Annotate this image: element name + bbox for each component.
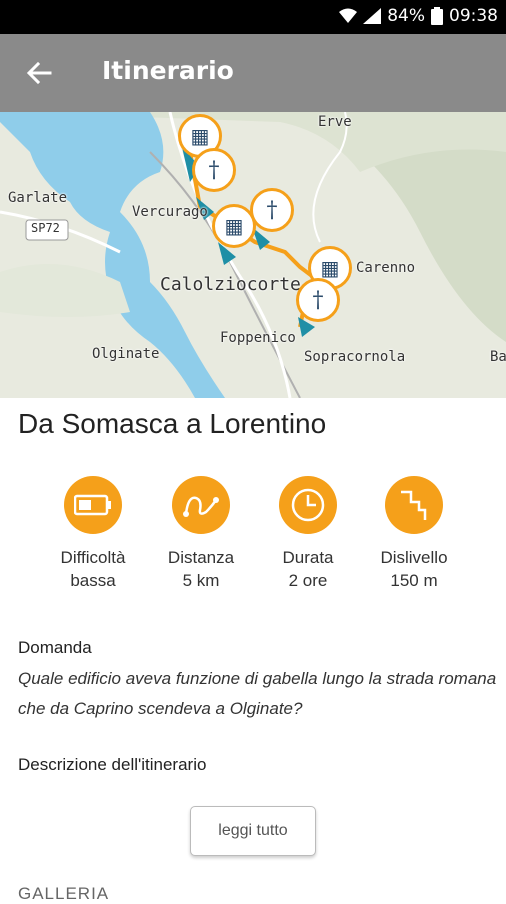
feature-label: Difficoltà <box>60 548 126 567</box>
status-bar: 84% 09:38 <box>0 0 506 34</box>
map-label-sp72: SP72 <box>31 221 60 235</box>
question-text: Quale edificio aveva funzione di gabella… <box>18 669 497 718</box>
route-title: Da Somasca a Lorentino <box>18 408 327 439</box>
back-arrow-icon[interactable] <box>22 56 56 90</box>
clock-icon <box>279 476 337 534</box>
map-label-carenno: Carenno <box>356 260 416 276</box>
feature-value: 5 km <box>182 571 220 590</box>
wifi-icon <box>339 8 358 23</box>
read-all-button[interactable]: leggi tutto <box>190 806 316 856</box>
page-title: Itinerario <box>102 56 234 85</box>
feature-value: 150 m <box>390 571 438 590</box>
feature-elevation: Dislivello 150 m <box>359 476 469 591</box>
battery-percent: 84% <box>387 6 425 26</box>
question-heading: Domanda <box>18 638 92 657</box>
feature-duration: Durata 2 ore <box>253 476 363 591</box>
feature-label: Durata <box>282 548 334 567</box>
feature-distance: Distanza 5 km <box>146 476 256 591</box>
clock-time: 09:38 <box>449 6 498 26</box>
app-bar: Itinerario <box>0 34 506 112</box>
battery-icon <box>64 476 122 534</box>
map-label-garlate: Garlate <box>8 190 68 206</box>
battery-icon <box>431 7 443 25</box>
map-background <box>0 112 506 398</box>
map-label-vercurago: Vercurago <box>132 204 208 220</box>
feature-value: bassa <box>70 571 116 590</box>
feature-label: Distanza <box>167 548 235 567</box>
feature-difficulty: Difficoltà bassa <box>38 476 148 591</box>
feature-label: Dislivello <box>380 548 448 567</box>
map-label-olginate: Olginate <box>92 346 160 362</box>
poi-church-marker[interactable]: † <box>250 188 294 232</box>
map-label-sopracornola: Sopracornola <box>304 349 406 365</box>
signal-icon <box>363 8 382 24</box>
gallery-heading: GALLERIA <box>18 884 110 903</box>
elevation-icon <box>385 476 443 534</box>
map-label-calolziocorte: Calolziocorte <box>160 274 301 295</box>
distance-icon <box>172 476 230 534</box>
map-label-erve: Erve <box>318 114 352 130</box>
description-heading: Descrizione dell'itinerario <box>18 755 207 774</box>
map-label-foppenico: Foppenico <box>220 330 296 346</box>
route-map[interactable]: Erve Garlate SP72 Vercurago Calolziocort… <box>0 112 506 398</box>
poi-church-marker[interactable]: † <box>296 278 340 322</box>
status-icons: 84% 09:38 <box>339 6 498 26</box>
feature-value: 2 ore <box>288 571 328 590</box>
map-label-ba: Ba <box>490 349 506 365</box>
poi-church-marker[interactable]: † <box>192 148 236 192</box>
